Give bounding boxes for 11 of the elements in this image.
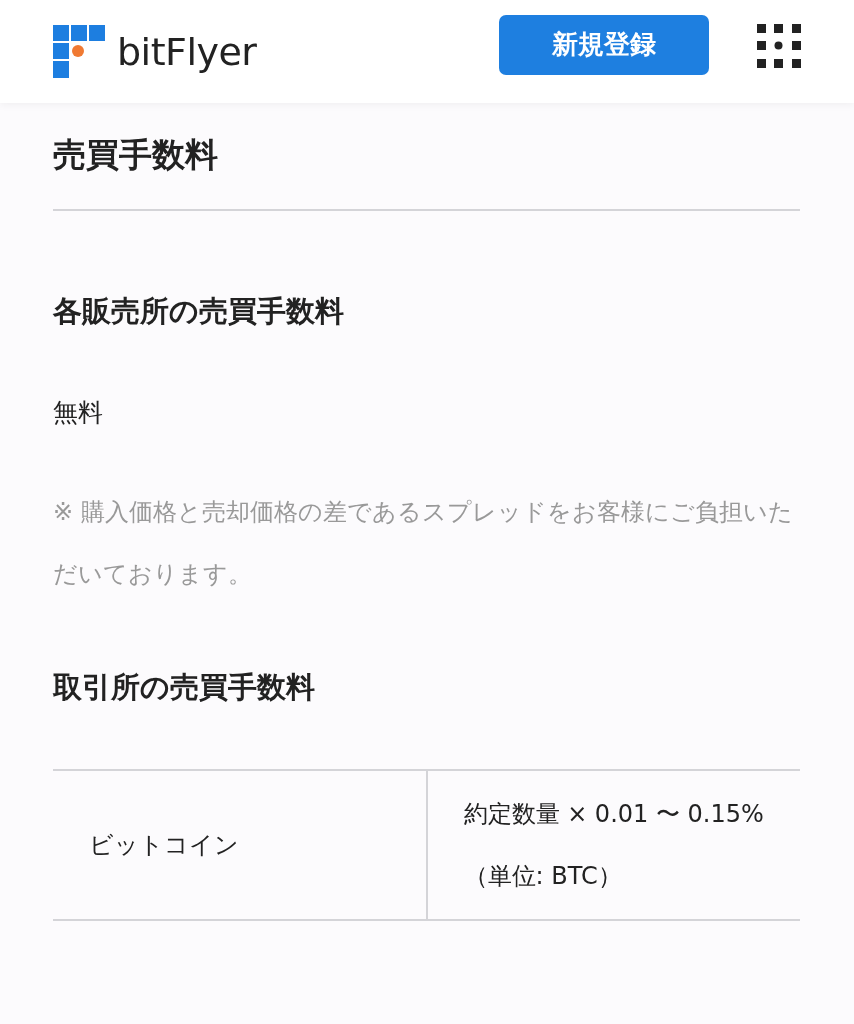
- fee-value: 無料: [53, 397, 104, 429]
- table-cell: ビットコイン: [53, 770, 427, 920]
- table-cell: 約定数量 × 0.01 〜 0.15%（単位: BTC）: [426, 770, 800, 920]
- section-heading: 各販売所の売買手数料: [53, 293, 345, 330]
- signup-button[interactable]: 新規登録: [499, 14, 709, 75]
- menu-icon[interactable]: [757, 23, 801, 68]
- section-heading: 取引所の売買手数料: [53, 669, 316, 706]
- page-title: 売買手数料: [53, 129, 800, 211]
- note-text: ※ 購入価格と売却価格の差であるスプレッドをお客様にご負担いただいております。: [53, 497, 794, 590]
- logo-icon: [53, 25, 105, 78]
- logo-text: bitFlyer: [117, 29, 257, 74]
